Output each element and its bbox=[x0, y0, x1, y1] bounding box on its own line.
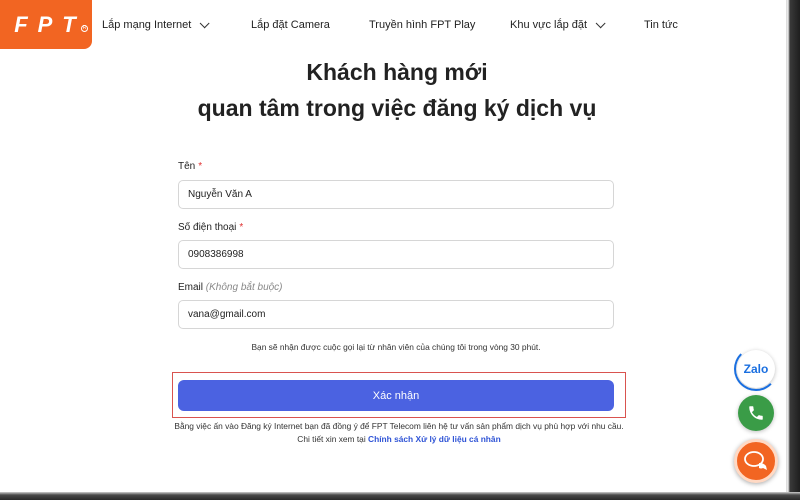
phone-label-text: Số điện thoại bbox=[178, 222, 237, 233]
nav-item-camera[interactable]: Lắp đặt Camera bbox=[251, 16, 330, 34]
email-label: Email (Không bắt buộc) bbox=[178, 282, 283, 293]
nav-label: Tin tức bbox=[644, 19, 678, 31]
optional-hint: (Không bắt buộc) bbox=[205, 282, 283, 293]
privacy-policy-link[interactable]: Chính sách Xử lý dữ liệu cá nhân bbox=[368, 434, 501, 444]
registered-icon: R bbox=[81, 24, 88, 32]
zalo-button[interactable]: Zalo bbox=[734, 347, 778, 391]
required-marker: * bbox=[239, 222, 244, 233]
nav-label: Lắp đặt Camera bbox=[251, 19, 330, 31]
name-label: Tên * bbox=[178, 161, 202, 172]
nav-item-internet[interactable]: Lắp mạng Internet bbox=[102, 16, 210, 34]
chevron-down-icon bbox=[595, 17, 606, 28]
email-input[interactable]: vana@gmail.com bbox=[178, 300, 614, 329]
email-input-value: vana@gmail.com bbox=[188, 309, 266, 320]
nav-label: Truyền hình FPT Play bbox=[369, 19, 476, 31]
zalo-ring bbox=[734, 347, 778, 391]
logo-letter-t: T bbox=[62, 11, 76, 37]
nav-item-news[interactable]: Tin tức bbox=[644, 16, 678, 34]
page-title-line-2: quan tâm trong việc đăng ký dịch vụ bbox=[197, 95, 597, 121]
window-frame-bottom bbox=[0, 492, 800, 500]
page-title-line-1: Khách hàng mới bbox=[306, 59, 488, 85]
callback-note: Bạn sẽ nhận được cuộc gọi lại từ nhân vi… bbox=[251, 342, 541, 352]
logo-letter-f: F bbox=[14, 11, 28, 37]
chevron-down-icon bbox=[199, 17, 210, 28]
nav-item-fpt-play[interactable]: Truyền hình FPT Play bbox=[369, 16, 475, 34]
phone-input[interactable]: 0908386998 bbox=[178, 240, 614, 269]
nav-label: Khu vực lắp đặt bbox=[510, 19, 588, 31]
window-frame-right bbox=[786, 0, 800, 500]
call-button[interactable] bbox=[738, 395, 774, 431]
phone-label: Số điện thoại * bbox=[178, 222, 243, 233]
phone-input-value: 0908386998 bbox=[188, 249, 244, 260]
phone-icon bbox=[749, 406, 763, 420]
chat-bubbles-icon bbox=[744, 451, 767, 470]
chat-button[interactable] bbox=[734, 439, 778, 483]
name-input[interactable]: Nguyễn Văn A bbox=[178, 180, 614, 209]
nav-item-region[interactable]: Khu vực lắp đặt bbox=[510, 16, 606, 34]
required-marker: * bbox=[198, 161, 203, 172]
logo-mark: F P T R bbox=[10, 11, 88, 39]
page: F P T R Lắp mạng Internet Lắp đặt Camera… bbox=[0, 0, 800, 500]
nav-label: Lắp mạng Internet bbox=[102, 19, 192, 31]
fpt-logo[interactable]: F P T R bbox=[0, 0, 92, 49]
submit-button[interactable]: Xác nhận bbox=[178, 380, 614, 411]
consent-text: Bằng việc ấn vào Đăng ký Internet bạn đã… bbox=[172, 420, 626, 446]
email-label-text: Email bbox=[178, 282, 204, 293]
name-label-text: Tên bbox=[178, 161, 196, 172]
name-input-value: Nguyễn Văn A bbox=[188, 189, 252, 200]
logo-letter-p: P bbox=[37, 11, 53, 37]
